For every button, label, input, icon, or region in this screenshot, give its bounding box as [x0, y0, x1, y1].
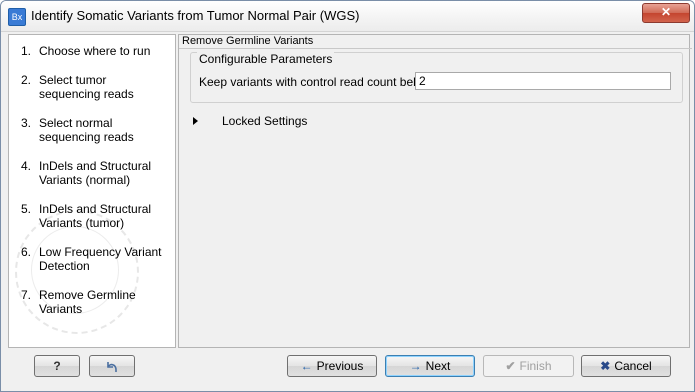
step-number: 2.: [21, 73, 32, 87]
title-bar[interactable]: Bx Identify Somatic Variants from Tumor …: [1, 1, 694, 32]
step-label: Select normal sequencing reads: [39, 116, 134, 144]
previous-button[interactable]: ← Previous: [287, 355, 377, 377]
group-title: Configurable Parameters: [197, 52, 335, 66]
next-label: Next: [425, 359, 451, 373]
arrow-right-icon: →: [409, 359, 422, 373]
reset-icon: [107, 361, 117, 372]
step-label: InDels and Structural Variants (tumor): [39, 202, 152, 230]
cancel-label: Cancel: [614, 359, 652, 373]
step-number: 3.: [21, 116, 32, 130]
help-button[interactable]: ?: [34, 355, 80, 377]
step-number: 6.: [21, 245, 32, 259]
cancel-button[interactable]: ✖ Cancel: [581, 355, 671, 377]
section-title: Remove Germline Variants: [179, 35, 692, 49]
expand-triangle-icon[interactable]: [193, 117, 198, 125]
locked-settings-label: Locked Settings: [222, 114, 308, 128]
control-read-count-input[interactable]: 2: [415, 72, 671, 90]
app-icon: Bx: [8, 8, 26, 26]
step-number: 5.: [21, 202, 32, 216]
wizard-steps-panel: 1. Choose where to run 2. Select tumor s…: [8, 34, 176, 348]
previous-label: Previous: [316, 359, 364, 373]
control-read-count-label: Keep variants with control read count be…: [199, 75, 432, 89]
wizard-window: Bx Identify Somatic Variants from Tumor …: [0, 0, 695, 392]
arrow-left-icon: ←: [300, 359, 313, 373]
step-label: InDels and Structural Variants (normal): [39, 159, 152, 187]
step-label: Low Frequency Variant Detection: [39, 245, 162, 273]
window-title: Identify Somatic Variants from Tumor Nor…: [31, 8, 360, 23]
next-button[interactable]: → Next: [385, 355, 475, 377]
checkmark-icon: ✔: [505, 359, 516, 373]
step-label: Remove Germline Variants: [39, 288, 136, 316]
help-icon: ?: [53, 359, 61, 373]
configurable-parameters-group: Configurable Parameters Keep variants wi…: [190, 52, 683, 103]
close-icon: ✕: [660, 5, 672, 19]
finish-label: Finish: [519, 359, 552, 373]
close-button[interactable]: ✕: [642, 3, 690, 23]
step-number: 1.: [21, 44, 32, 58]
cancel-x-icon: ✖: [600, 359, 611, 373]
reset-button[interactable]: [89, 355, 135, 377]
step-content-panel: Remove Germline Variants Configurable Pa…: [178, 34, 692, 348]
step-number: 4.: [21, 159, 32, 173]
step-label: Select tumor sequencing reads: [39, 73, 134, 101]
finish-button[interactable]: ✔ Finish: [483, 355, 574, 377]
step-number: 7.: [21, 288, 32, 302]
step-label: Choose where to run: [39, 44, 151, 58]
